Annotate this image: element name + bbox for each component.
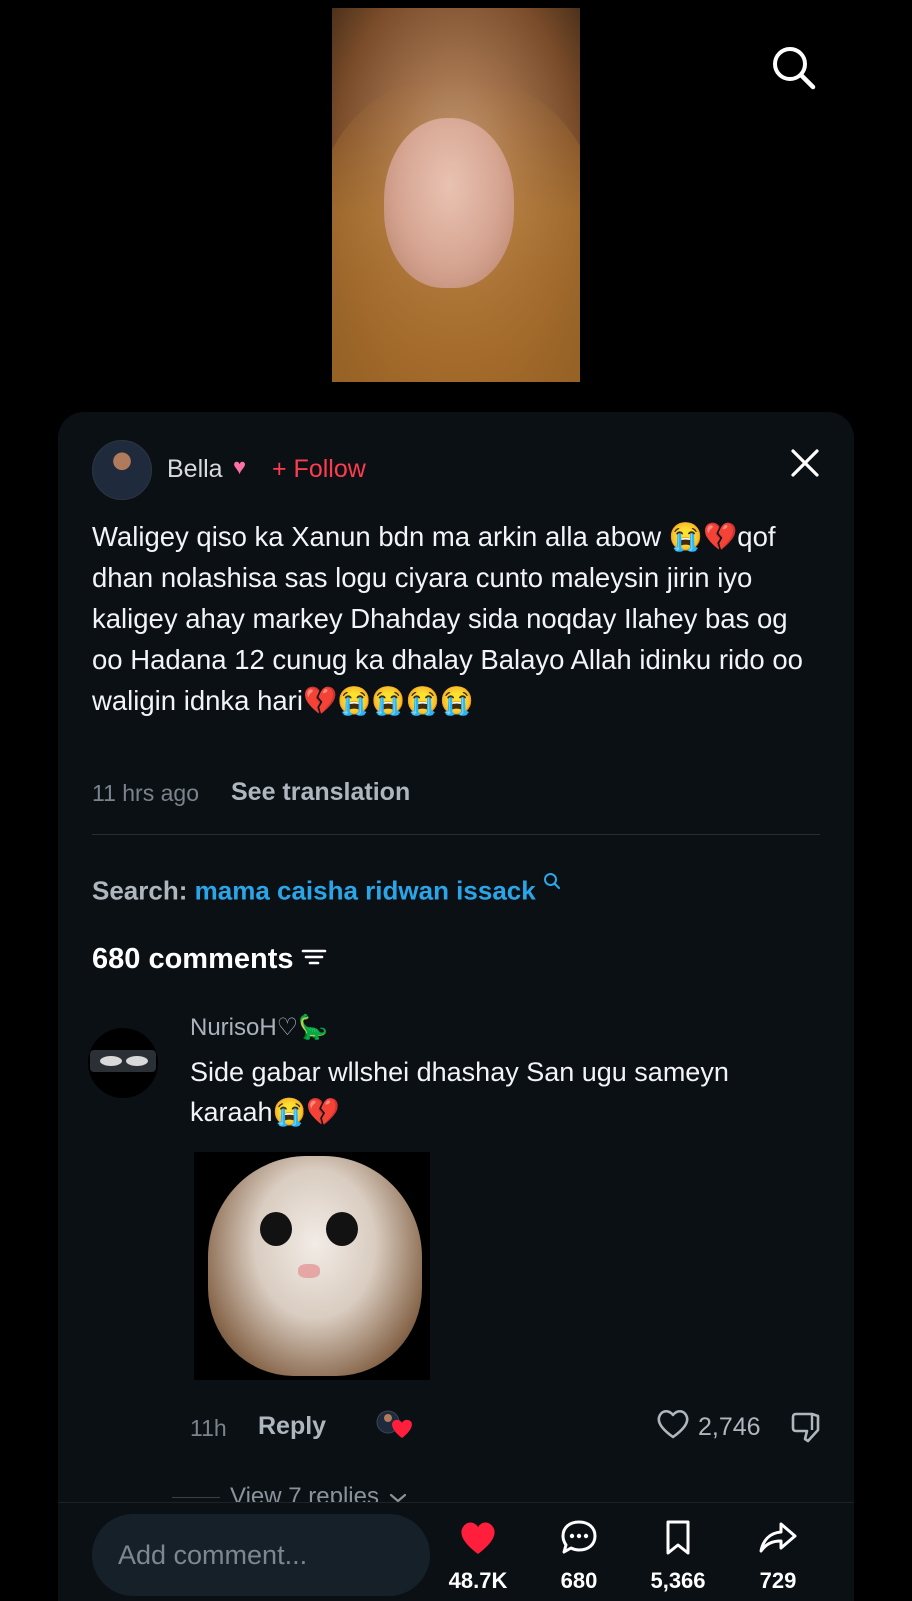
save-button[interactable]: 5,366: [638, 1518, 718, 1594]
add-comment-input[interactable]: [92, 1514, 430, 1596]
author-emoji: ♥: [233, 454, 247, 479]
like-button[interactable]: 48.7K: [438, 1518, 518, 1594]
divider-line: [172, 1496, 220, 1498]
search-icon[interactable]: [770, 44, 818, 92]
divider: [92, 834, 820, 835]
author-name[interactable]: Bella: [167, 455, 223, 484]
search-label: Search:: [92, 875, 188, 906]
save-count: 5,366: [650, 1568, 706, 1593]
post-caption: Waligey qiso ka Xanun bdn ma arkin alla …: [92, 521, 803, 716]
like-count: 48.7K: [448, 1568, 508, 1593]
comment-button[interactable]: 680: [539, 1518, 619, 1594]
comment-text: Side gabar wllshei dhashay San ugu samey…: [190, 1057, 729, 1127]
cat-eye-shape: [260, 1212, 292, 1246]
search-suggestion[interactable]: Search: mama caisha ridwan issack: [92, 872, 561, 907]
search-small-icon: [543, 873, 561, 906]
comment-like[interactable]: 2,746: [656, 1409, 761, 1446]
comment-count: 680: [560, 1568, 598, 1593]
comments-count: 680 comments: [92, 943, 294, 975]
see-translation-link[interactable]: See translation: [231, 778, 410, 807]
commenter-name[interactable]: NurisoH♡🦕: [190, 1013, 328, 1042]
comment-image[interactable]: [194, 1152, 430, 1380]
avatar-eye-shape: [126, 1056, 148, 1066]
cat-nose-shape: [298, 1264, 320, 1278]
share-count: 729: [759, 1568, 797, 1593]
bookmark-icon[interactable]: [663, 1518, 693, 1558]
search-term-link[interactable]: mama caisha ridwan issack: [195, 876, 536, 906]
close-icon[interactable]: [790, 448, 820, 478]
author-avatar[interactable]: [92, 440, 152, 500]
thumbs-down-icon[interactable]: [790, 1410, 824, 1444]
heart-filled-icon[interactable]: [458, 1518, 498, 1558]
video-face-shape: [384, 118, 514, 288]
video-thumbnail[interactable]: [332, 8, 580, 382]
post-time: 11 hrs ago: [92, 780, 199, 806]
comment-bubble-icon[interactable]: [559, 1518, 599, 1558]
filter-icon[interactable]: [300, 943, 328, 976]
comment-time: 11h: [190, 1415, 227, 1441]
heart-outline-icon[interactable]: [656, 1409, 690, 1446]
reply-button[interactable]: Reply: [258, 1412, 326, 1441]
follow-button[interactable]: + Follow: [272, 455, 366, 484]
share-arrow-icon[interactable]: [758, 1518, 798, 1558]
avatar-eye-shape: [100, 1056, 122, 1066]
creator-liked-icon: [374, 1408, 414, 1442]
share-button[interactable]: 729: [738, 1518, 818, 1594]
comment-like-count: 2,746: [698, 1413, 761, 1441]
comments-header: 680 comments: [92, 943, 328, 976]
commenter-avatar[interactable]: [88, 1028, 158, 1098]
cat-eye-shape: [326, 1212, 358, 1246]
